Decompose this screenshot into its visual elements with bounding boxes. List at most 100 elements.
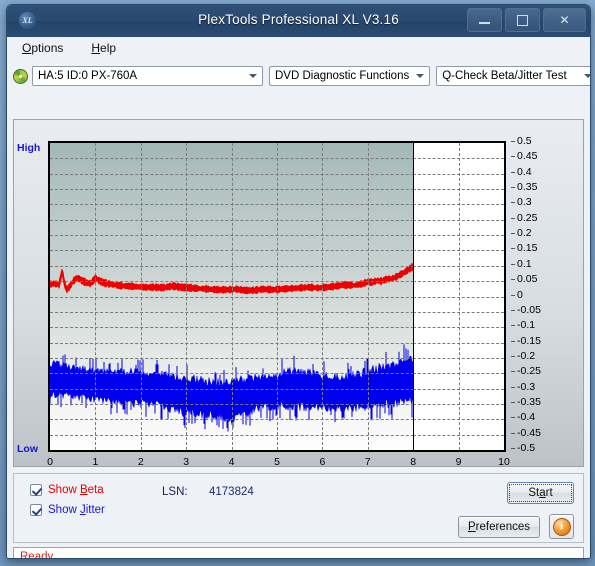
y-axis-tick	[511, 233, 515, 235]
x-axis-tick-label: 7	[364, 456, 371, 468]
y-axis-tick	[511, 325, 515, 327]
y-axis-tick-label: -0.3	[517, 380, 536, 393]
chevron-down-icon	[584, 74, 590, 78]
y-axis-tick-label: 0.3	[517, 196, 532, 209]
info-icon: i	[552, 517, 571, 536]
y-axis-tick-label: 0.25	[517, 211, 538, 224]
y-axis-tick	[511, 248, 515, 250]
y-axis-tick	[511, 448, 515, 449]
show-beta-label-mnemonic: B	[79, 484, 88, 496]
y-axis-tick-label: -0.2	[517, 349, 536, 362]
show-beta-label: Show Beta	[48, 484, 104, 496]
y-axis-tick	[511, 141, 515, 142]
x-axis-tick-label: 2	[137, 456, 144, 468]
y-axis-labels: 0.5 0.45 0.4 0.35 0.3 0.25 0.2 0.15 0.1 0.05 0 -0.0…	[511, 133, 551, 463]
beta-trace	[50, 262, 414, 295]
y-axis-tick-label: -0.35	[517, 395, 541, 408]
y-axis-tick-label: -0.4	[517, 411, 536, 424]
x-axis-tick-label: 5	[274, 456, 280, 468]
preferences-label-mnemonic: P	[467, 521, 476, 533]
minimize-icon[interactable]	[467, 8, 502, 32]
axis-low-label: Low	[17, 443, 38, 455]
y-axis-tick	[511, 401, 515, 403]
y-axis-tick-label: -0.1	[517, 319, 536, 332]
y-axis-tick	[511, 202, 515, 204]
y-axis-tick-label: -0.25	[517, 365, 541, 378]
y-axis-tick	[511, 294, 515, 296]
preferences-label-post: references	[475, 521, 530, 533]
status-text: Ready	[20, 550, 54, 559]
y-axis-tick-label: -0.05	[517, 303, 541, 316]
y-axis-tick-label: 0.1	[517, 257, 532, 270]
function-combobox[interactable]: DVD Diagnostic Functions	[269, 66, 431, 86]
show-jitter-label-pre: Show	[48, 504, 80, 516]
cursor-line[interactable]	[413, 143, 415, 450]
preferences-label: Preferences	[468, 521, 530, 533]
disc-icon	[13, 68, 28, 84]
y-axis-tick	[511, 309, 515, 311]
x-axis-tick-label: 8	[410, 456, 417, 468]
test-combobox[interactable]: Q-Check Beta/Jitter Test	[436, 66, 590, 86]
info-button[interactable]: i	[549, 514, 574, 539]
window-buttons: ✕	[467, 8, 586, 32]
show-beta-checkbox[interactable]	[30, 484, 42, 496]
y-axis-tick	[511, 355, 515, 357]
controls-panel: Show Beta Show Jitter LSN: 4173824 St a rt…	[13, 473, 584, 543]
show-beta-checkbox-row[interactable]: Show Beta	[30, 484, 104, 496]
x-axis-tick-label: 1	[92, 456, 99, 468]
start-button[interactable]: St a rt	[507, 482, 574, 504]
x-axis-labels: 0 1 2 3 4 5 6 7 8 9 10	[47, 456, 510, 472]
show-beta-label-pre: Show	[48, 484, 80, 496]
y-axis-tick	[511, 417, 515, 419]
menu-options[interactable]: Options	[17, 40, 68, 61]
y-axis-tick	[511, 340, 515, 342]
y-axis-tick-label: 0.5	[517, 135, 532, 147]
lsn-label: LSN:	[162, 486, 188, 498]
lsn-value: 4173824	[209, 486, 254, 498]
x-axis-tick-label: 6	[319, 456, 326, 468]
x-axis-tick-label: 10	[498, 456, 510, 468]
y-axis-tick	[511, 386, 515, 388]
show-jitter-checkbox[interactable]	[30, 504, 42, 516]
plextools-window: XL PlexTools Professional XL V3.16 ✕ Opt…	[6, 4, 591, 559]
y-axis-tick-label: -0.5	[517, 442, 536, 454]
x-axis-tick-label: 9	[455, 456, 462, 468]
menu-options-rest: ptions	[31, 41, 64, 55]
y-axis-tick	[511, 171, 515, 173]
y-axis-tick	[511, 279, 515, 281]
selector-toolbar: HA:5 ID:0 PX-760A DVD Diagnostic Functio…	[13, 63, 590, 89]
show-beta-label-post: eta	[87, 484, 104, 496]
preferences-button[interactable]: Preferences	[458, 516, 540, 538]
window-client-area: Options Help HA:5 ID:0 PX-760A DVD Diagn…	[7, 37, 590, 558]
show-jitter-label: Show Jitter	[48, 504, 105, 516]
plot-area[interactable]	[48, 141, 506, 452]
y-axis-tick-label: 0.2	[517, 227, 532, 240]
status-bar: Ready	[13, 547, 584, 559]
maximize-icon[interactable]	[505, 8, 540, 32]
close-icon[interactable]: ✕	[543, 8, 586, 32]
y-axis-tick-label: -0.45	[517, 426, 541, 439]
show-jitter-label-post: itter	[85, 504, 105, 516]
title-bar: XL PlexTools Professional XL V3.16 ✕	[7, 5, 590, 38]
y-axis-tick-label: 0.45	[517, 150, 538, 163]
menu-help[interactable]: Help	[86, 40, 121, 61]
y-axis-tick	[511, 371, 515, 373]
function-combobox-value: DVD Diagnostic Functions	[275, 70, 410, 82]
desktop-background: XL PlexTools Professional XL V3.16 ✕ Opt…	[0, 0, 595, 566]
menu-help-rest: elp	[100, 41, 117, 55]
plot-blank-region	[413, 143, 504, 450]
y-axis-tick	[511, 432, 515, 434]
y-axis-tick-label: 0	[517, 288, 523, 301]
y-axis-tick	[511, 217, 515, 219]
show-jitter-checkbox-row[interactable]: Show Jitter	[30, 504, 105, 516]
drive-combobox[interactable]: HA:5 ID:0 PX-760A	[32, 66, 263, 86]
y-axis-tick	[511, 263, 515, 265]
y-axis-tick-label: 0.05	[517, 273, 538, 286]
y-axis-tick-label: 0.35	[517, 181, 538, 194]
x-axis-tick-label: 3	[183, 456, 190, 468]
x-axis-tick-label: 0	[47, 456, 53, 468]
drive-combobox-value: HA:5 ID:0 PX-760A	[38, 70, 138, 82]
axis-high-label: High	[17, 142, 41, 154]
start-label-pre: St	[528, 487, 540, 499]
x-axis-tick-label: 4	[228, 456, 235, 468]
